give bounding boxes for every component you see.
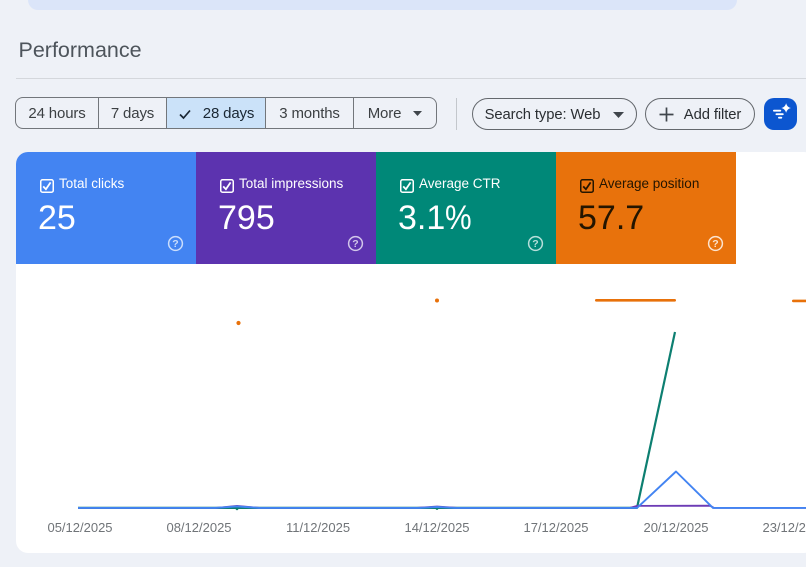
svg-text:?: ? (532, 238, 538, 250)
svg-text:?: ? (352, 238, 358, 250)
svg-text:?: ? (712, 238, 718, 250)
svg-text:?: ? (172, 238, 178, 250)
